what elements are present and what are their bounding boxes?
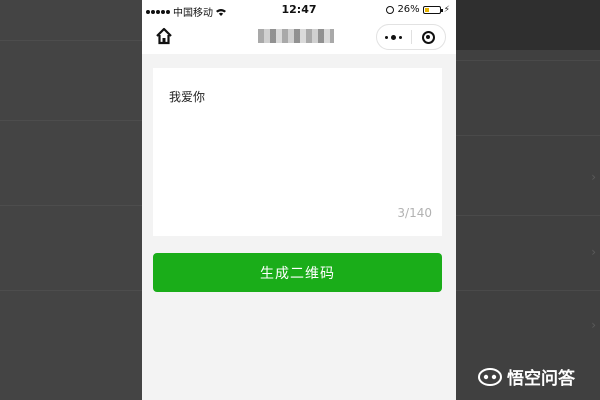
- wukong-logo-icon: [478, 367, 502, 386]
- page-title-blurred: [258, 29, 334, 43]
- orientation-lock-icon: [386, 5, 395, 14]
- status-bar: 中国移动 12:47 26% ⚡: [142, 0, 456, 20]
- watermark: 悟空问答: [478, 364, 575, 389]
- generate-qr-button[interactable]: 生成二维码: [153, 253, 442, 292]
- home-icon[interactable]: [154, 26, 174, 46]
- phone-screen: 中国移动 12:47 26% ⚡ 我爱你 3/140 生成二维码: [142, 0, 456, 400]
- charging-bolt-icon: ⚡: [443, 4, 450, 15]
- character-counter: 3/140: [397, 206, 432, 220]
- screenshot-stage: › › › 中国移动 12:47 26% ⚡ 我爱你 3/140 生成二维码 悟…: [0, 0, 600, 400]
- watermark-text: 悟空问答: [507, 369, 575, 389]
- background-right-panel: › › ›: [456, 0, 600, 400]
- battery-icon: [422, 5, 443, 14]
- target-close-icon[interactable]: [411, 25, 445, 49]
- input-text: 我爱你: [169, 90, 206, 104]
- mini-program-nav-bar: [142, 20, 456, 54]
- background-left-panel: [0, 0, 142, 400]
- text-input-area[interactable]: 我爱你 3/140: [153, 68, 442, 236]
- more-dots-icon[interactable]: [377, 25, 411, 49]
- capsule-menu: [376, 24, 446, 50]
- battery-percent: 26%: [397, 4, 420, 15]
